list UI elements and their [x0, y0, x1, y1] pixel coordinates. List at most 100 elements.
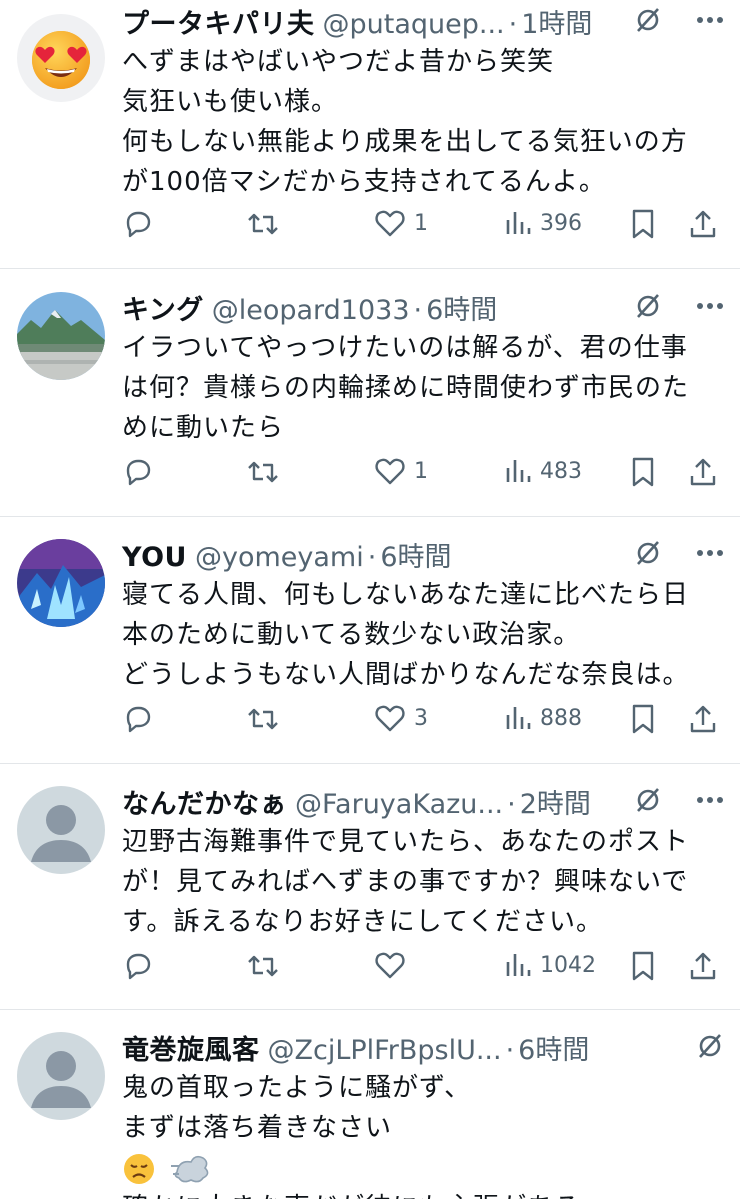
views-chart-icon — [506, 460, 531, 482]
grok-icon[interactable] — [634, 6, 662, 34]
text-line: まずは落ち着きなさい — [122, 1113, 393, 1143]
text-line: は何？貴様らの内輪揉めに時間使わず市民のた — [122, 373, 690, 403]
repost-button[interactable] — [246, 456, 280, 488]
repost-icon — [248, 213, 278, 235]
avatar[interactable] — [17, 1032, 105, 1120]
tweet-text: イラついてやっつけたいのは解るが、君の仕事 は何？貴様らの内輪揉めに時間使わず市… — [122, 328, 728, 448]
text-line: 寝てる人間、何もしないあなた達に比べたら日 — [122, 580, 690, 610]
timestamp[interactable]: 6時間 — [518, 1035, 589, 1066]
views-chart-icon — [506, 707, 531, 729]
separator-dot: · — [507, 789, 516, 820]
more-options-icon[interactable] — [696, 302, 724, 310]
tweet[interactable]: なんだかなぁ @FaruyaKazu... · 2時間 辺野古海難事件で見ていたら、あ… — [0, 764, 740, 1010]
text-line: へずまはやばいやつだよ昔から笑笑 — [122, 47, 555, 77]
display-name[interactable]: キング — [122, 295, 204, 326]
text-line: 気狂いも使い様。 — [122, 87, 339, 117]
display-name[interactable]: YOU — [122, 542, 187, 573]
share-button[interactable] — [688, 703, 718, 735]
views-button[interactable]: 1042 — [504, 950, 596, 980]
views-chart-icon — [506, 212, 531, 234]
like-button[interactable]: 3 — [374, 703, 428, 733]
text-line: めに動いたら — [122, 413, 285, 443]
more-options-icon[interactable] — [696, 796, 724, 804]
views-button[interactable]: 396 — [504, 208, 582, 238]
share-button[interactable] — [688, 456, 718, 488]
share-icon — [690, 705, 716, 733]
heart-icon — [375, 705, 405, 732]
tweet-text: 寝てる人間、何もしないあなた達に比べたら日 本のために動いてる数少ない政治家。 … — [122, 575, 728, 695]
grok-icon[interactable] — [634, 786, 662, 814]
repost-button[interactable] — [246, 950, 280, 982]
text-line: が100倍マシだから支持されてるんよ。 — [122, 167, 606, 197]
action-bar: 1042 — [122, 950, 722, 990]
tweet[interactable]: YOU @yomeyami · 6時間 寝てる人間、何もしないあなた達に比べたら日 本… — [0, 517, 740, 763]
dash-symbol-icon — [171, 1155, 209, 1182]
separator-dot: · — [367, 542, 377, 573]
text-line: す。訴えるなりお好きにしてください。 — [122, 907, 604, 937]
more-options-icon[interactable] — [696, 549, 724, 557]
bookmark-button[interactable] — [630, 950, 656, 982]
tweet[interactable]: プータキパリ夫 @putaquep... · 1時間 へずまはやばいやつだよ昔から笑笑… — [0, 0, 740, 270]
repost-icon — [248, 708, 278, 730]
repost-button[interactable] — [246, 208, 280, 240]
game-art-icon — [17, 539, 105, 627]
avatar[interactable] — [17, 292, 105, 380]
reply-button[interactable] — [122, 456, 154, 488]
emoji-line — [122, 1148, 728, 1188]
display-name[interactable]: プータキパリ夫 — [122, 9, 315, 40]
more-options-icon[interactable] — [696, 16, 724, 24]
user-handle[interactable]: @ZcjLPlFrBpslU... — [268, 1035, 502, 1066]
heart-eyes-emoji-icon — [32, 31, 90, 89]
timestamp[interactable]: 2時間 — [520, 789, 591, 820]
display-name[interactable]: 竜巻旋風客 — [122, 1035, 260, 1066]
display-name[interactable]: なんだかなぁ — [122, 789, 287, 820]
like-count: 1 — [414, 458, 428, 484]
user-handle[interactable]: @leopard1033 — [212, 295, 410, 326]
timestamp[interactable]: 1時間 — [521, 9, 592, 40]
text-line: 辺野古海難事件で見ていたら、あなたのポスト — [122, 827, 690, 857]
landscape-photo-icon — [17, 292, 105, 380]
separator-dot: · — [508, 9, 518, 40]
bookmark-button[interactable] — [630, 456, 656, 488]
divider — [0, 268, 740, 269]
avatar[interactable] — [17, 14, 105, 102]
like-button[interactable]: 1 — [374, 208, 428, 238]
views-chart-icon — [506, 954, 531, 976]
heart-icon — [375, 458, 405, 485]
repost-icon — [248, 461, 278, 483]
share-icon — [690, 458, 716, 486]
text-line: が！見てみればへずまの事ですか？興味ないで — [122, 867, 689, 897]
grok-icon[interactable] — [634, 539, 662, 567]
timestamp[interactable]: 6時間 — [426, 295, 497, 326]
reply-icon — [126, 459, 151, 486]
reply-icon — [126, 211, 151, 238]
text-line: 本のために動いてる数少ない政治家。 — [122, 620, 581, 650]
tweet[interactable]: 竜巻旋風客 @ZcjLPlFrBpslU... · 6時間 鬼の首取ったように騒がず、… — [0, 1010, 740, 1199]
grok-icon[interactable] — [634, 292, 662, 320]
user-handle[interactable]: @FaruyaKazu... — [295, 789, 503, 820]
share-button[interactable] — [688, 208, 718, 240]
view-count: 483 — [540, 458, 582, 484]
reply-button[interactable] — [122, 950, 154, 982]
like-button[interactable] — [374, 950, 414, 980]
user-handle[interactable]: @yomeyami — [195, 542, 364, 573]
reply-button[interactable] — [122, 208, 154, 240]
action-bar: 3 888 — [122, 703, 722, 743]
views-button[interactable]: 483 — [504, 456, 582, 486]
default-avatar-icon — [31, 1051, 91, 1108]
views-button[interactable]: 888 — [504, 703, 582, 733]
avatar[interactable] — [17, 786, 105, 874]
bookmark-button[interactable] — [630, 208, 656, 240]
user-handle[interactable]: @putaquep... — [323, 9, 505, 40]
grok-icon[interactable] — [696, 1032, 724, 1060]
share-icon — [690, 952, 716, 980]
share-icon — [690, 210, 716, 238]
bookmark-button[interactable] — [630, 703, 656, 735]
share-button[interactable] — [688, 950, 718, 982]
timestamp[interactable]: 6時間 — [380, 542, 451, 573]
like-button[interactable]: 1 — [374, 456, 428, 486]
reply-button[interactable] — [122, 703, 154, 735]
avatar[interactable] — [17, 539, 105, 627]
repost-button[interactable] — [246, 703, 280, 735]
tweet[interactable]: キング @leopard1033 · 6時間 イラついてやっつけたいのは解るが、君の仕… — [0, 270, 740, 516]
